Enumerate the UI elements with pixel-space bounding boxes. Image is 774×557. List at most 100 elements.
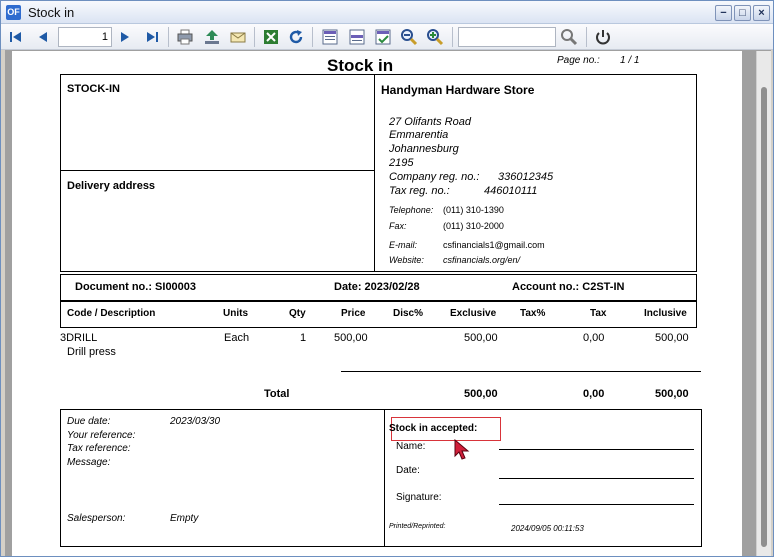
column-inclusive: Inclusive [644,308,687,319]
company-reg-label: Company reg. no.: [389,171,480,183]
website-label: Website: [389,255,424,265]
previous-page-button[interactable] [33,27,53,47]
fax-value: (011) 310-2000 [443,221,504,231]
telephone-label: Telephone: [389,205,434,215]
envelope-icon [230,32,246,43]
page-number-label: Page no.: [557,55,600,66]
email-value: csfinancials1@gmail.com [443,240,545,250]
tax-reg-label: Tax reg. no.: [389,185,450,197]
date-signature-line [499,478,694,479]
company-name: Handyman Hardware Store [381,83,535,97]
total-tax: 0,00 [583,388,605,400]
signature-label: Signature: [396,492,442,503]
export-excel-button[interactable] [261,27,281,47]
zoom-in-icon [427,29,444,46]
delivery-address-label: Delivery address [67,180,156,192]
email-label: E-mail: [389,240,418,250]
tax-reference-label: Tax reference: [67,443,131,454]
margins-button[interactable] [347,27,367,47]
page-number-input[interactable] [58,27,112,47]
line-code: 3DRILL [60,332,98,344]
minimize-button[interactable]: − [715,5,732,21]
tax-reg-value: 446010111 [484,185,538,197]
telephone-value: (011) 310-1390 [443,205,504,215]
total-inclusive: 500,00 [655,388,689,400]
column-units: Units [223,308,248,319]
footer-divider [384,409,385,547]
company-postcode: 2195 [389,157,414,169]
company-address-line1: 27 Olifants Road [389,116,471,128]
total-rule [341,371,701,372]
last-page-button[interactable] [142,27,162,47]
document-type: STOCK-IN [67,83,120,95]
vertical-scrollbar[interactable] [756,51,771,556]
toolbar-separator [586,27,587,47]
zoom-out-button[interactable] [399,27,419,47]
zoom-out-icon [401,29,418,46]
account-number: Account no.: C2ST-IN [512,281,625,293]
refresh-button[interactable] [286,27,306,47]
name-label: Name: [396,441,426,452]
search-input[interactable] [458,27,556,47]
header-box [60,74,697,272]
column-tax: Tax [590,308,607,319]
line-exclusive: 500,00 [464,332,498,344]
stock-in-accepted-label: Stock in accepted: [389,423,478,434]
printed-label: Printed/Reprinted: [389,523,446,530]
message-label: Message: [67,457,111,468]
title-bar: OF Stock in − □ × [1,1,773,24]
column-price: Price [341,308,366,319]
signature-line [499,504,694,505]
margins-icon [349,29,365,45]
column-qty: Qty [289,308,306,319]
name-signature-line [499,449,694,450]
email-button[interactable] [228,27,248,47]
close-report-button[interactable] [593,27,613,47]
column-code: Code / Description [67,308,156,319]
toolbar-separator [168,27,169,47]
scrollbar-thumb[interactable] [761,87,767,547]
power-icon [596,30,610,45]
date-signature-label: Date: [396,465,420,476]
address-divider [60,170,375,171]
document-date: Date: 2023/02/28 [334,281,420,293]
company-reg-value: 336012345 [498,171,554,183]
stock-in-window: OF Stock in − □ × 1 Stock in Page no.: 1… [0,0,774,557]
report-toolbar [1,24,773,50]
app-icon: OF [6,5,21,20]
maximize-button[interactable]: □ [734,5,751,21]
salesperson-label: Salesperson: [67,513,126,524]
print-button[interactable] [175,27,195,47]
total-label: Total [264,388,290,400]
page-layout-button[interactable] [320,27,340,47]
report-page: Stock in Page no.: 1 / 1 STOCK-IN Delive… [12,51,742,556]
page-number-value: 1 / 1 [620,55,640,66]
salesperson-value: Empty [170,513,199,524]
fax-label: Fax: [389,221,407,231]
close-button[interactable]: × [753,5,770,21]
page-setup-button[interactable] [373,27,393,47]
printed-value: 2024/09/05 00:11:53 [511,524,584,533]
mouse-pointer-icon [454,439,470,460]
search-icon [561,29,578,46]
line-qty: 1 [300,332,307,344]
toolbar-separator [254,27,255,47]
page-layout-icon [322,29,338,45]
due-date-label: Due date: [67,416,111,427]
next-page-button[interactable] [115,27,135,47]
spreadsheet-icon [264,30,278,44]
column-tax-percent: Tax% [520,308,546,319]
report-title: Stock in [327,56,394,75]
company-address-line2: Emmarentia [389,129,449,141]
line-price: 500,00 [334,332,368,344]
zoom-in-button[interactable] [425,27,445,47]
first-page-button[interactable] [6,27,26,47]
next-page-icon [121,32,129,42]
line-inclusive: 500,00 [655,332,689,344]
line-units: Each [224,332,250,344]
last-page-icon [147,32,158,42]
first-page-icon [10,32,21,42]
search-button[interactable] [559,27,579,47]
export-button[interactable] [202,27,222,47]
line-tax: 0,00 [583,332,605,344]
